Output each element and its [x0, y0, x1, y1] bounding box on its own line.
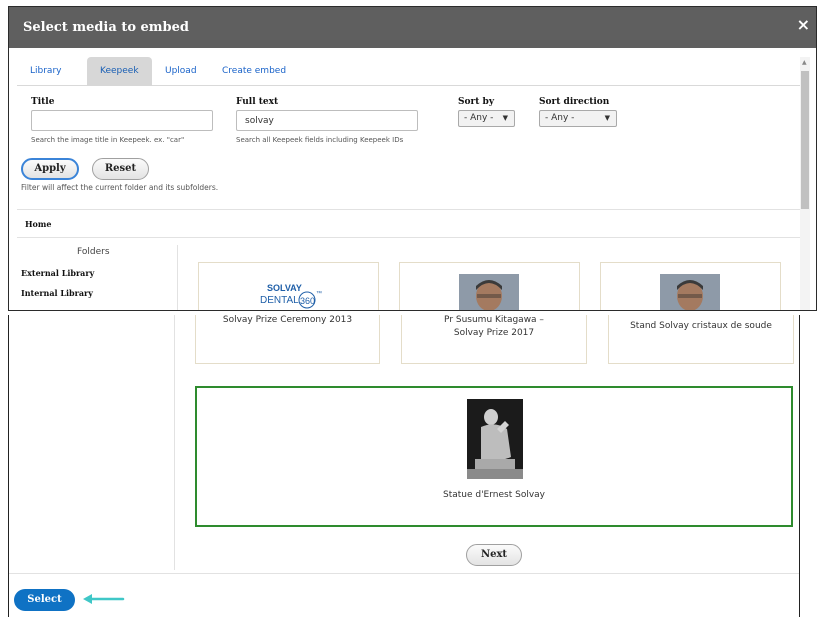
full-text-label: Full text [236, 97, 279, 107]
portrait-thumbnail [459, 274, 519, 310]
apply-button[interactable]: Apply [21, 158, 79, 180]
result-card-1[interactable]: SOLVAY DENTAL 360 ™ [198, 262, 379, 310]
dialog-title: Select media to embed [23, 20, 189, 35]
filter-note: Filter will affect the current folder an… [21, 183, 219, 192]
logo-top-text: SOLVAY [267, 283, 302, 293]
result-card-selected[interactable]: Statue d'Ernest Solvay [195, 386, 793, 527]
chevron-down-icon: ▼ [604, 114, 610, 122]
media-dialog-lower: Solvay Prize Ceremony 2013 Pr Susumu Kit… [8, 315, 800, 617]
card-caption: Stand Solvay cristaux de soude [630, 321, 772, 331]
tab-library[interactable]: Library [17, 57, 74, 86]
sidebar-item-external-library[interactable]: External Library [21, 268, 94, 278]
title-help-text: Search the image title in Keepeek. ex. "… [31, 136, 185, 144]
tab-upload[interactable]: Upload [152, 57, 210, 86]
sort-direction-value: - Any - [545, 113, 575, 123]
logo-badge-text: 360 [300, 296, 315, 306]
title-input[interactable] [31, 110, 213, 131]
dialog-scrollbar[interactable]: ▲ [800, 57, 810, 310]
sort-by-select[interactable]: - Any - ▼ [458, 110, 515, 127]
result-card-3[interactable] [600, 262, 781, 310]
sidebar-item-internal-library[interactable]: Internal Library [21, 288, 93, 298]
arrow-left-icon [83, 594, 125, 604]
card-caption: Solvay Prize Ceremony 2013 [222, 315, 353, 325]
divider [17, 209, 801, 210]
card-caption: Pr Susumu Kitagawa – Solvay Prize 2017 [444, 315, 544, 338]
result-card-1[interactable]: Solvay Prize Ceremony 2013 [195, 315, 380, 364]
title-filter-label: Title [31, 97, 55, 107]
sidebar-divider [177, 245, 178, 310]
result-card-2[interactable] [399, 262, 580, 310]
reset-button[interactable]: Reset [92, 158, 149, 180]
scroll-up-icon[interactable]: ▲ [802, 59, 807, 66]
breadcrumb-home[interactable]: Home [25, 219, 51, 229]
sort-direction-label: Sort direction [539, 97, 610, 107]
sort-by-value: - Any - [464, 113, 494, 123]
card-caption: Statue d'Ernest Solvay [442, 490, 545, 500]
tab-bar: Library Keepeek Upload Create embed [17, 57, 801, 86]
result-card-3[interactable]: Stand Solvay cristaux de soude [608, 315, 794, 364]
sort-by-label: Sort by [458, 97, 495, 107]
sort-direction-select[interactable]: - Any - ▼ [539, 110, 617, 127]
portrait-thumbnail [660, 274, 720, 310]
chevron-down-icon: ▼ [502, 114, 508, 122]
dialog-titlebar: Select media to embed × [9, 7, 816, 48]
divider [17, 237, 801, 238]
full-text-help-text: Search all Keepeek fields including Keep… [236, 136, 404, 144]
tab-keepeek[interactable]: Keepeek [87, 57, 152, 86]
select-button[interactable]: Select [14, 589, 75, 611]
scrollbar-thumb[interactable] [801, 71, 809, 209]
solvay-dental-logo: SOLVAY DENTAL 360 ™ [260, 283, 322, 309]
statue-thumbnail [467, 399, 523, 479]
sidebar-divider [174, 315, 175, 570]
tab-create-embed[interactable]: Create embed [209, 57, 299, 86]
logo-tm: ™ [316, 290, 322, 297]
result-card-2[interactable]: Pr Susumu Kitagawa – Solvay Prize 2017 [401, 315, 587, 364]
folders-heading: Folders [77, 247, 110, 257]
full-text-input[interactable] [236, 110, 418, 131]
footer-divider [9, 573, 799, 574]
next-button[interactable]: Next [466, 544, 522, 566]
media-dialog: Select media to embed × Library Keepeek … [8, 6, 817, 311]
close-icon[interactable]: × [797, 17, 810, 33]
logo-bottom-text: DENTAL [260, 295, 299, 306]
